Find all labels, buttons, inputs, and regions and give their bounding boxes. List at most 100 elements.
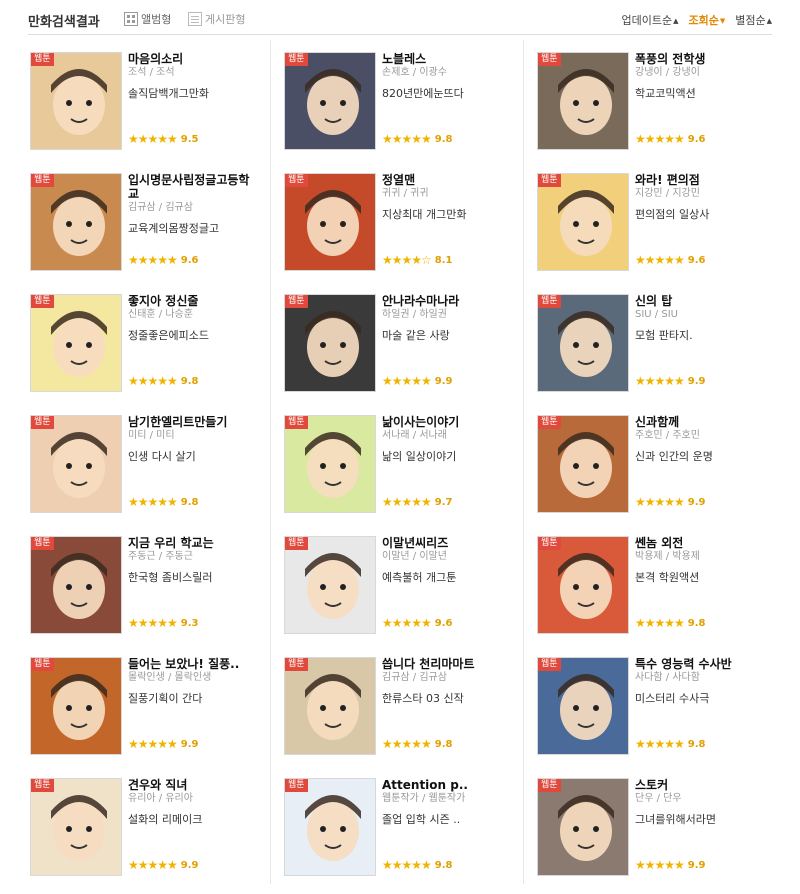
- thumbnail-illustration: [285, 53, 375, 149]
- webtoon-card[interactable]: 웹툰 특수 영능력 수사반 사다함 / 사다함 미스터리 수사극 ★★★★★ 9.8: [537, 657, 762, 757]
- webtoon-title[interactable]: 신의 탑: [635, 294, 760, 308]
- webtoon-card[interactable]: 웹툰 좋지아 정신줄 신태훈 / 나승훈 정줄좋은에피소드 ★★★★★ 9.8: [30, 294, 255, 394]
- rating-score: 9.9: [434, 375, 453, 387]
- webtoon-thumbnail[interactable]: 웹툰: [537, 173, 629, 271]
- sort-update-button[interactable]: 업데이트순▲: [621, 12, 678, 28]
- album-view-button[interactable]: 앨범형: [124, 11, 171, 27]
- sort-views-button[interactable]: 조회순▼: [688, 12, 725, 28]
- rating-score: 9.9: [687, 496, 706, 508]
- webtoon-author[interactable]: 유리아 / 유리아: [128, 793, 253, 805]
- webtoon-author[interactable]: 주동근 / 주동근: [128, 551, 253, 563]
- webtoon-thumbnail[interactable]: 웹툰: [537, 415, 629, 513]
- webtoon-author[interactable]: 사다함 / 사다함: [635, 672, 760, 684]
- webtoon-title[interactable]: 폭풍의 전학생: [635, 52, 760, 66]
- webtoon-card[interactable]: 웹툰 폭풍의 전학생 강냉이 / 강냉이 학교코믹액션 ★★★★★ 9.6: [537, 52, 762, 152]
- webtoon-author[interactable]: 박용제 / 박용제: [635, 551, 760, 563]
- webtoon-title[interactable]: 낢이사는이야기: [382, 415, 507, 429]
- webtoon-thumbnail[interactable]: 웹툰: [284, 294, 376, 392]
- webtoon-card[interactable]: 웹툰 신과함께 주호민 / 주호민 신과 인간의 운명 ★★★★★ 9.9: [537, 415, 762, 515]
- webtoon-card[interactable]: 웹툰 남기한엘리트만들기 미티 / 미티 인생 다시 살기 ★★★★★ 9.8: [30, 415, 255, 515]
- webtoon-author[interactable]: 하일권 / 하일권: [382, 309, 507, 321]
- webtoon-title[interactable]: 마음의소리: [128, 52, 253, 66]
- webtoon-card[interactable]: 웹툰 쎈놈 외전 박용제 / 박용제 본격 학원액션 ★★★★★ 9.8: [537, 536, 762, 636]
- webtoon-description: 질풍기획이 간다: [128, 692, 203, 705]
- webtoon-title[interactable]: 신과함께: [635, 415, 760, 429]
- webtoon-card[interactable]: 웹툰 씁니다 천리마마트 김규삼 / 김규삼 한류스타 03 신작 ★★★★★ 9.8: [284, 657, 509, 757]
- webtoon-thumbnail[interactable]: 웹툰: [537, 294, 629, 392]
- webtoon-author[interactable]: 미티 / 미티: [128, 430, 253, 442]
- webtoon-thumbnail[interactable]: 웹툰: [284, 415, 376, 513]
- webtoon-thumbnail[interactable]: 웹툰: [537, 657, 629, 755]
- webtoon-card[interactable]: 웹툰 마음의소리 조석 / 조석 솔직담백개그만화 ★★★★★ 9.5: [30, 52, 255, 152]
- webtoon-title[interactable]: 좋지아 정신줄: [128, 294, 253, 308]
- webtoon-card[interactable]: 웹툰 지금 우리 학교는 주동근 / 주동근 한국형 좀비스릴러 ★★★★★ 9.3: [30, 536, 255, 636]
- rating-score: 9.9: [180, 859, 199, 871]
- webtoon-card[interactable]: 웹툰 안나라수마나라 하일권 / 하일권 마술 같은 사랑 ★★★★★ 9.9: [284, 294, 509, 394]
- rating: ★★★★★ 9.6: [635, 132, 706, 146]
- webtoon-author[interactable]: 귀귀 / 귀귀: [382, 188, 507, 200]
- webtoon-card[interactable]: 웹툰 낢이사는이야기 서나래 / 서나래 낢의 일상이야기 ★★★★★ 9.7: [284, 415, 509, 515]
- board-view-button[interactable]: 게시판형: [188, 11, 245, 27]
- webtoon-title[interactable]: 와라! 편의점: [635, 173, 760, 187]
- webtoon-title[interactable]: 노블레스: [382, 52, 507, 66]
- webtoon-card[interactable]: 웹툰 들어는 보았나! 질풍.. 몰락인생 / 몰락인생 질풍기획이 간다 ★★★★★ 9…: [30, 657, 255, 757]
- webtoon-title[interactable]: 쎈놈 외전: [635, 536, 760, 550]
- webtoon-author[interactable]: 웹툰작가 / 웹툰작가: [382, 793, 507, 805]
- webtoon-title[interactable]: 안나라수마나라: [382, 294, 507, 308]
- webtoon-author[interactable]: 주호민 / 주호민: [635, 430, 760, 442]
- webtoon-thumbnail[interactable]: 웹툰: [537, 778, 629, 876]
- webtoon-thumbnail[interactable]: 웹툰: [284, 536, 376, 634]
- sort-rating-button[interactable]: 별점순▲: [735, 12, 772, 28]
- webtoon-card[interactable]: 웹툰 이말년씨리즈 이말년 / 이말년 예측불허 개그툰 ★★★★★ 9.6: [284, 536, 509, 636]
- webtoon-title[interactable]: 정열맨: [382, 173, 507, 187]
- webtoon-card[interactable]: 웹툰 입시명문사립정글고등학교 김규삼 / 김규삼 교육계의몸짱정글고 ★★★★★ 9.6: [30, 173, 255, 273]
- webtoon-author[interactable]: 이말년 / 이말년: [382, 551, 507, 563]
- webtoon-thumbnail[interactable]: 웹툰: [284, 173, 376, 271]
- webtoon-author[interactable]: 김규삼 / 김규삼: [128, 202, 253, 214]
- rating: ★★★★★ 9.9: [635, 495, 706, 509]
- webtoon-thumbnail[interactable]: 웹툰: [30, 657, 122, 755]
- webtoon-title[interactable]: 들어는 보았나! 질풍..: [128, 657, 253, 671]
- webtoon-title[interactable]: 씁니다 천리마마트: [382, 657, 507, 671]
- webtoon-thumbnail[interactable]: 웹툰: [30, 536, 122, 634]
- webtoon-thumbnail[interactable]: 웹툰: [30, 52, 122, 150]
- webtoon-thumbnail[interactable]: 웹툰: [30, 173, 122, 271]
- webtoon-thumbnail[interactable]: 웹툰: [30, 415, 122, 513]
- webtoon-title[interactable]: 이말년씨리즈: [382, 536, 507, 550]
- webtoon-card[interactable]: 웹툰 스토커 단우 / 단우 그녀를위해서라면 ★★★★★ 9.9: [537, 778, 762, 878]
- webtoon-card[interactable]: 웹툰 견우와 직녀 유리아 / 유리아 설화의 리메이크 ★★★★★ 9.9: [30, 778, 255, 878]
- webtoon-author[interactable]: 몰락인생 / 몰락인생: [128, 672, 253, 684]
- webtoon-title[interactable]: 견우와 직녀: [128, 778, 253, 792]
- webtoon-card[interactable]: 웹툰 Attention p.. 웹툰작가 / 웹툰작가 졸업 입학 시즌 .. ★★★…: [284, 778, 509, 878]
- webtoon-author[interactable]: SIU / SIU: [635, 309, 760, 321]
- webtoon-thumbnail[interactable]: 웹툰: [284, 778, 376, 876]
- webtoon-author[interactable]: 지강민 / 지강민: [635, 188, 760, 200]
- board-view-label: 게시판형: [205, 13, 246, 26]
- webtoon-title[interactable]: 스토커: [635, 778, 760, 792]
- webtoon-author[interactable]: 강냉이 / 강냉이: [635, 67, 760, 79]
- webtoon-card[interactable]: 웹툰 신의 탑 SIU / SIU 모험 판타지. ★★★★★ 9.9: [537, 294, 762, 394]
- webtoon-thumbnail[interactable]: 웹툰: [30, 778, 122, 876]
- webtoon-title[interactable]: 지금 우리 학교는: [128, 536, 253, 550]
- rating: ★★★★★ 9.6: [128, 253, 199, 267]
- webtoon-title[interactable]: 특수 영능력 수사반: [635, 657, 760, 671]
- webtoon-title[interactable]: 입시명문사립정글고등학교: [128, 173, 253, 201]
- webtoon-thumbnail[interactable]: 웹툰: [30, 294, 122, 392]
- sort-rating-label: 별점순: [735, 14, 766, 27]
- webtoon-title[interactable]: 남기한엘리트만들기: [128, 415, 253, 429]
- webtoon-card[interactable]: 웹툰 노블레스 손제호 / 이광수 820년만에눈뜨다 ★★★★★ 9.8: [284, 52, 509, 152]
- webtoon-thumbnail[interactable]: 웹툰: [284, 657, 376, 755]
- rating: ★★★★★ 9.7: [382, 495, 453, 509]
- webtoon-card[interactable]: 웹툰 정열맨 귀귀 / 귀귀 지상최대 개그만화 ★★★★☆ 8.1: [284, 173, 509, 273]
- webtoon-thumbnail[interactable]: 웹툰: [537, 52, 629, 150]
- webtoon-title[interactable]: Attention p..: [382, 778, 507, 792]
- webtoon-author[interactable]: 단우 / 단우: [635, 793, 760, 805]
- webtoon-thumbnail[interactable]: 웹툰: [537, 536, 629, 634]
- webtoon-card[interactable]: 웹툰 와라! 편의점 지강민 / 지강민 편의점의 일상사 ★★★★★ 9.6: [537, 173, 762, 273]
- webtoon-author[interactable]: 서나래 / 서나래: [382, 430, 507, 442]
- webtoon-thumbnail[interactable]: 웹툰: [284, 52, 376, 150]
- webtoon-author[interactable]: 김규삼 / 김규삼: [382, 672, 507, 684]
- webtoon-author[interactable]: 신태훈 / 나승훈: [128, 309, 253, 321]
- webtoon-author[interactable]: 조석 / 조석: [128, 67, 253, 79]
- webtoon-author[interactable]: 손제호 / 이광수: [382, 67, 507, 79]
